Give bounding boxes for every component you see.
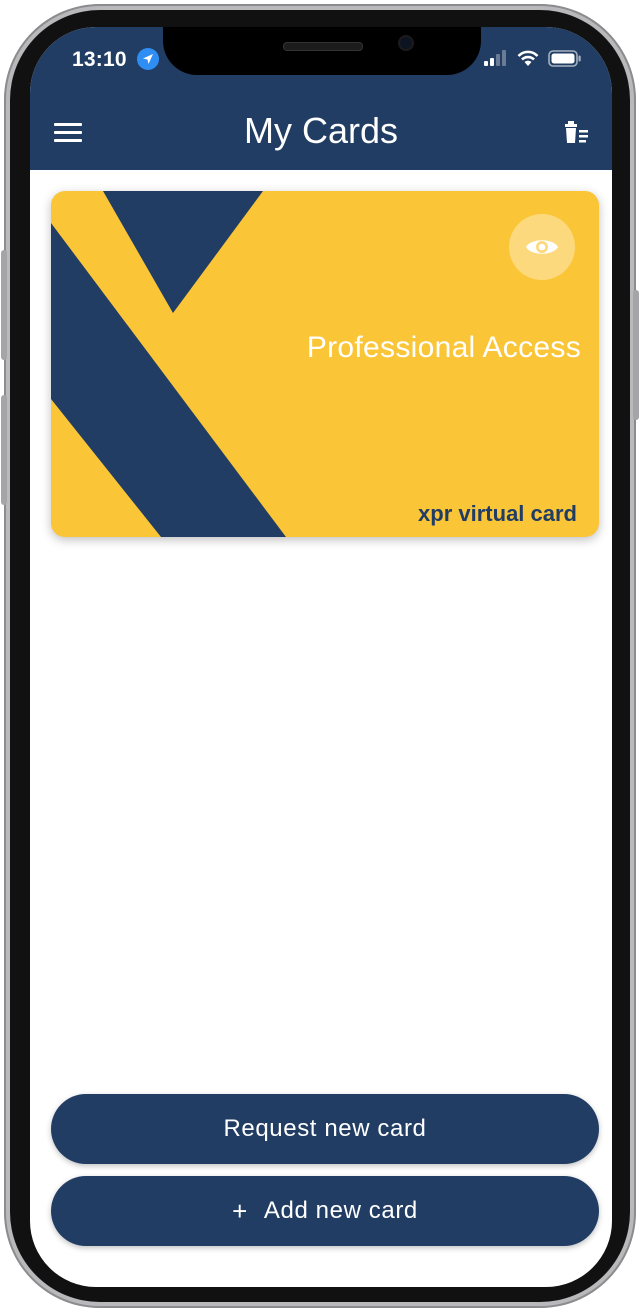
trash-list-icon[interactable] [560,118,590,148]
cellular-signal-icon [484,50,506,66]
card-title: Professional Access [306,331,581,364]
device-notch [163,27,481,75]
status-icons [484,49,582,67]
request-new-card-label: Request new card [223,1115,427,1142]
app-screen: 13:10 My Cards Professional Access xpr v… [30,27,612,1287]
battery-icon [548,49,581,67]
add-new-card-label: Add new card [263,1197,418,1224]
card-brand-logo: xpr virtual card [418,501,577,526]
eye-icon [526,240,558,254]
virtual-card[interactable]: Professional Access xpr virtual card [51,191,599,537]
request-new-card-button[interactable]: Request new card [51,1094,599,1164]
wifi-icon [517,50,539,66]
front-camera [400,37,412,49]
volume-up-button [1,250,7,360]
status-time: 13:10 [72,48,127,71]
page-title: My Cards [243,110,399,151]
plus-icon: + [232,1195,248,1226]
view-card-button[interactable] [509,214,575,280]
volume-down-button [1,395,7,505]
add-new-card-button[interactable]: + Add new card [51,1176,599,1246]
location-arrow-icon [137,48,159,70]
power-button [633,290,639,420]
app-header: 13:10 My Cards [30,27,612,170]
earpiece-speaker [283,42,363,51]
